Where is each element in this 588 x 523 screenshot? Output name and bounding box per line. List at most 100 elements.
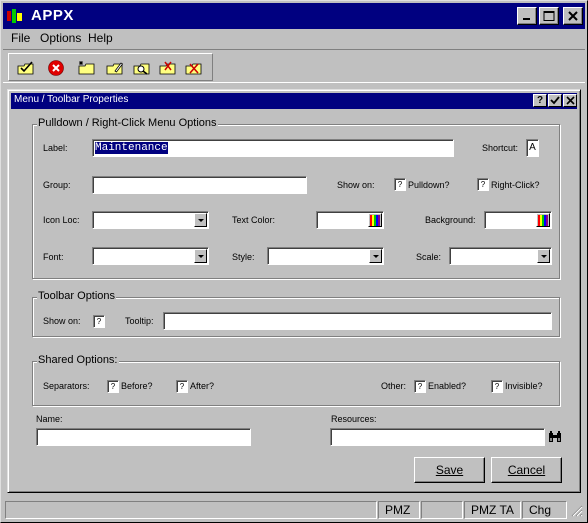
question-icon: ? [536, 95, 544, 106]
status-cell-user: PMZ [378, 501, 420, 519]
maximize-button[interactable] [539, 7, 559, 25]
edit-folder-button[interactable] [104, 58, 126, 78]
resize-grip-icon[interactable] [570, 504, 583, 517]
check-folder-button[interactable] [15, 58, 37, 78]
pulldown-checkbox-label: Pulldown? [408, 180, 450, 190]
other-label: Other: [381, 381, 407, 391]
chevron-down-icon[interactable] [194, 249, 207, 263]
enabled-checkbox-label: Enabled? [428, 381, 467, 391]
cancel-button[interactable]: Cancel [491, 457, 562, 483]
toolbar-show-on-checkbox[interactable]: ? [93, 315, 105, 328]
dialog-close-button[interactable] [563, 94, 577, 107]
resources-label: Resources: [331, 414, 377, 424]
pulldown-checkbox[interactable]: ? [394, 178, 406, 191]
separators-label: Separators: [43, 381, 90, 391]
maximize-icon [543, 11, 555, 21]
right-click-checkbox-label: Right-Click? [491, 180, 540, 190]
close-icon [568, 11, 578, 21]
after-checkbox[interactable]: ? [176, 380, 188, 393]
color-picker-icon[interactable] [368, 213, 382, 227]
cancel-button-tb[interactable] [45, 58, 67, 78]
icon-loc-select[interactable] [92, 211, 209, 229]
before-checkbox[interactable]: ? [107, 380, 119, 393]
check-icon [550, 96, 560, 105]
scale-select[interactable] [449, 247, 552, 265]
app-title: APPX [31, 7, 74, 24]
save-button[interactable]: Save [414, 457, 485, 483]
cancel-icon [48, 60, 64, 76]
menu-bar: File Options Help [3, 29, 585, 49]
menu-help[interactable]: Help [88, 31, 113, 45]
tooltip-input[interactable] [163, 312, 552, 330]
new-folder-icon [78, 61, 95, 75]
status-bar: PMZ PMZ TA Chg [3, 500, 585, 520]
style-select[interactable] [267, 247, 384, 265]
style-label: Style: [232, 252, 255, 262]
shortcut-label: Shortcut: [482, 143, 519, 153]
chevron-down-icon[interactable] [537, 249, 550, 263]
resources-input[interactable] [330, 428, 545, 446]
menu-toolbar-properties-dialog: Menu / Toolbar Properties ? Pulldown / R… [7, 89, 581, 493]
status-cell-blank [421, 501, 463, 519]
right-click-checkbox[interactable]: ? [477, 178, 489, 191]
minimize-icon [523, 18, 530, 20]
text-color-label: Text Color: [232, 215, 276, 225]
background-label: Background: [425, 215, 476, 225]
label-input[interactable]: Maintenance [92, 139, 454, 157]
name-input[interactable] [36, 428, 251, 446]
toolbar-group [8, 53, 213, 81]
dialog-help-button[interactable]: ? [533, 94, 547, 107]
label-field-label: Label: [43, 143, 68, 153]
delete-folder-icon [185, 63, 202, 75]
enabled-checkbox[interactable]: ? [414, 380, 426, 393]
close-button[interactable] [563, 7, 583, 25]
icon-loc-label: Icon Loc: [43, 215, 80, 225]
shortcut-input[interactable]: A [526, 139, 539, 157]
edit-folder-icon [106, 62, 124, 75]
app-logo-icon [7, 9, 22, 23]
status-cell-mode: Chg [522, 501, 567, 519]
new-folder-button[interactable] [76, 58, 98, 78]
invisible-checkbox[interactable]: ? [491, 380, 503, 393]
search-folder-icon [133, 63, 150, 75]
dialog-ok-button[interactable] [548, 94, 562, 107]
scale-label: Scale: [416, 252, 442, 262]
title-bar[interactable]: APPX [3, 3, 585, 29]
invisible-checkbox-label: Invisible? [505, 381, 543, 391]
cancel-button-label: Cancel [507, 463, 546, 477]
background-color-field[interactable] [484, 211, 552, 229]
dialog-title-bar[interactable]: Menu / Toolbar Properties ? [11, 93, 577, 109]
minimize-button[interactable] [517, 7, 537, 25]
save-button-label: Save [435, 463, 464, 477]
chevron-down-icon[interactable] [369, 249, 382, 263]
text-color-field[interactable] [316, 211, 384, 229]
group-legend: Shared Options: [37, 354, 119, 366]
copy-folder-icon [159, 61, 176, 75]
font-select[interactable] [92, 247, 209, 265]
menu-file[interactable]: File [11, 31, 30, 45]
color-picker-icon[interactable] [536, 213, 550, 227]
check-folder-icon [17, 61, 34, 75]
before-checkbox-label: Before? [121, 381, 153, 391]
copy-folder-button[interactable] [157, 58, 179, 78]
show-on-label: Show on: [337, 180, 375, 190]
dialog-title: Menu / Toolbar Properties [14, 94, 129, 105]
group-legend: Toolbar Options [37, 290, 117, 302]
font-label: Font: [43, 252, 64, 262]
group-legend: Pulldown / Right-Click Menu Options [37, 117, 218, 129]
delete-folder-button[interactable] [183, 58, 205, 78]
menu-options[interactable]: Options [40, 31, 81, 45]
toolbar-show-on-label: Show on: [43, 316, 81, 326]
binoculars-icon [549, 431, 561, 442]
binoculars-button[interactable] [546, 428, 564, 446]
search-folder-button[interactable] [131, 58, 153, 78]
toolbar [3, 49, 585, 83]
tooltip-label: Tooltip: [125, 316, 154, 326]
group-input[interactable] [92, 176, 307, 194]
close-icon [565, 96, 575, 105]
after-checkbox-label: After? [190, 381, 215, 391]
app-window: APPX File Options Help Menu / Toolbar Pr… [0, 0, 588, 523]
status-cell-app: PMZ TA [464, 501, 521, 519]
chevron-down-icon[interactable] [194, 213, 207, 227]
group-field-label: Group: [43, 180, 71, 190]
